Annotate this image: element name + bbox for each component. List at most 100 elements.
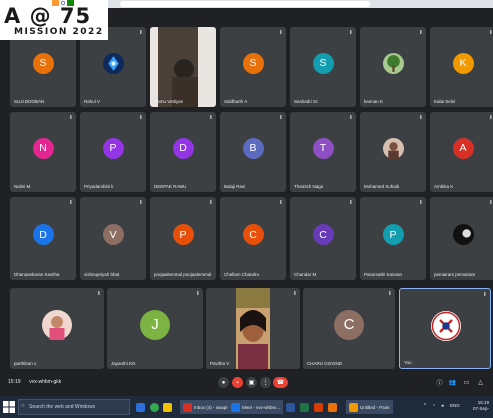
avatar: S — [32, 52, 54, 74]
taskbar-explorer[interactable] — [163, 400, 174, 414]
taskbar-word[interactable] — [286, 400, 297, 414]
mic-icon: ● — [221, 379, 226, 386]
taskbar-search-box[interactable]: ○ Search the web and Windows — [18, 399, 130, 415]
participant-tile[interactable]: D ⦀ Dhanasekaran Kavitha — [10, 197, 76, 280]
participant-name: DEEPAK RAMU — [154, 184, 187, 189]
task-view-button[interactable] — [136, 400, 147, 414]
participant-tile[interactable]: P ⦀ Pasumathi Kannan — [360, 197, 426, 280]
participant-tile[interactable]: T ⦀ Thamizh Nagu — [290, 112, 356, 192]
muted-mic-icon: ⦀ — [139, 115, 142, 121]
participant-tile[interactable]: C ⦀ CHARU GOVIND — [303, 288, 395, 369]
muted-mic-icon: ⦀ — [483, 292, 486, 298]
muted-mic-icon: ⦀ — [279, 115, 282, 121]
avatar: T — [312, 137, 334, 159]
avatar: C — [242, 224, 264, 245]
taskbar-excel[interactable] — [300, 400, 311, 414]
participant-tile[interactable]: ⦀ You — [399, 288, 491, 369]
chat-button[interactable]: ▭ — [461, 377, 472, 388]
participant-tile[interactable]: D ⦀ DEEPAK RAMU — [150, 112, 216, 192]
volume-icon[interactable]: ◂ — [441, 403, 444, 409]
network-icon[interactable]: ◔ — [432, 403, 435, 409]
participant-name: Mohamed Suhaib — [364, 184, 400, 189]
participant-name: Balaji Ravi — [224, 184, 246, 189]
muted-mic-icon: ⦀ — [139, 200, 142, 206]
meet-controls-bar: 15:19 vvx-whbm-gkk ● ▪ ▣ ⋮ ☎ ⓘ 👥 ▭ △ — [0, 372, 493, 396]
end-call-button[interactable]: ☎ — [273, 377, 288, 388]
participant-tile[interactable]: ⦀ Ramu Vettiyan — [150, 27, 216, 107]
participant-photo — [150, 27, 216, 107]
profile-photo-avatar — [382, 137, 404, 159]
participant-name: Seshadri Gi — [294, 99, 318, 104]
people-button[interactable]: 👥 — [447, 377, 458, 388]
participant-tile[interactable]: K ⦀ Kalai Selvi — [430, 27, 493, 107]
muted-mic-icon: ⦀ — [209, 200, 212, 206]
participant-tile[interactable]: N ⦀ Nalini M — [10, 112, 76, 192]
muted-mic-icon: ⦀ — [196, 291, 199, 297]
participant-tile[interactable]: S ⦀ Seshadri Gi — [290, 27, 356, 107]
present-button[interactable]: ▣ — [246, 377, 257, 388]
windows-taskbar: ○ Search the web and Windows Inbox (4) -… — [0, 396, 493, 418]
language-indicator[interactable]: ENG — [450, 403, 460, 408]
muted-mic-icon: ⦀ — [489, 115, 492, 121]
participant-tile[interactable]: J ⦀ Jayanthi KG — [107, 288, 203, 369]
participant-tile[interactable]: C ⦀ Chellam Chandru — [220, 197, 286, 280]
mic-button[interactable]: ● — [218, 377, 229, 388]
taskbar-app-paint[interactable]: Untitled - Paint — [346, 400, 393, 414]
avatar: B — [242, 137, 264, 159]
logo-title: A @ 75 — [4, 4, 92, 28]
taskbar-app-label: Untitled - Paint — [360, 404, 390, 410]
taskbar-app-meet[interactable]: Meet - vvx-whbm... — [228, 400, 284, 414]
avatar: A — [452, 137, 474, 159]
participant-tile[interactable]: ⦀ pemairam pemairam — [430, 197, 493, 280]
taskbar-app-orange[interactable] — [328, 400, 339, 414]
info-button[interactable]: ⓘ — [434, 377, 445, 388]
chrome-icon — [150, 402, 159, 412]
taskbar-clock[interactable]: 15:19 07-Sep- — [473, 400, 489, 412]
camera-button[interactable]: ▪ — [232, 377, 243, 388]
tray-up-arrow-icon[interactable]: ^ — [424, 403, 426, 409]
participant-tile[interactable]: C ⦀ Chandar M — [290, 197, 356, 280]
participant-name: You — [404, 360, 412, 365]
avatar: C — [334, 309, 364, 340]
more-options-button[interactable]: ⋮ — [260, 377, 271, 388]
taskbar-chrome[interactable] — [150, 400, 161, 414]
muted-mic-icon: ⦀ — [139, 30, 142, 36]
avatar: S — [242, 52, 264, 74]
participant-tile[interactable]: P ⦀ poojaalemmal poojaalemmal — [150, 197, 216, 280]
org-logo-avatar — [431, 310, 461, 341]
windows-start-icon[interactable] — [3, 401, 15, 413]
participant-tile[interactable]: B ⦀ Balaji Ravi — [220, 112, 286, 192]
muted-mic-icon: ⦀ — [293, 291, 296, 297]
paint-icon — [349, 402, 358, 412]
participant-tile[interactable]: ⦀ kannan K — [360, 27, 426, 107]
avatar: V — [102, 224, 124, 245]
participant-tile[interactable]: ⦀ Mohamed Suhaib — [360, 112, 426, 192]
participant-name: CHARU GOVIND — [307, 361, 343, 366]
mission-logo: A @ 75 MISSION 2022 — [0, 0, 108, 40]
muted-mic-icon: ⦀ — [419, 200, 422, 206]
participant-tile[interactable]: ⦀ Pavitha V — [206, 288, 300, 369]
participant-tile[interactable]: S ⦀ Siddharth A — [220, 27, 286, 107]
participant-name: SUJI BOOBAN — [14, 99, 45, 104]
participant-tile[interactable]: A ⦀ Ambika K — [430, 112, 493, 192]
muted-mic-icon: ⦀ — [279, 200, 282, 206]
clock-date: 07-Sep- — [472, 406, 489, 411]
muted-mic-icon: ⦀ — [209, 30, 212, 36]
muted-mic-icon: ⦀ — [489, 30, 492, 36]
more-icon: ⋮ — [262, 380, 269, 386]
participant-tile[interactable]: V ⦀ vishnupriyah bhat — [80, 197, 146, 280]
meeting-code: vvx-whbm-gkk — [29, 379, 62, 385]
taskbar-app-label: Inbox (4) - swapn... — [194, 404, 233, 410]
edge-icon — [136, 402, 145, 412]
taskbar-app-red[interactable] — [314, 400, 325, 414]
word-icon — [286, 402, 295, 412]
participant-tile[interactable]: P ⦀ Priyadarshini k — [80, 112, 146, 192]
activities-button[interactable]: △ — [475, 377, 486, 388]
people-icon: 👥 — [448, 380, 457, 386]
participant-tile[interactable]: ⦀ parthiban v — [10, 288, 104, 369]
participant-name: kannan K — [364, 99, 384, 104]
profile-photo-avatar — [42, 309, 72, 340]
participant-name: Rahul V — [84, 99, 101, 104]
participant-name: Priyadarshini k — [84, 184, 114, 189]
address-bar[interactable] — [120, 1, 370, 7]
